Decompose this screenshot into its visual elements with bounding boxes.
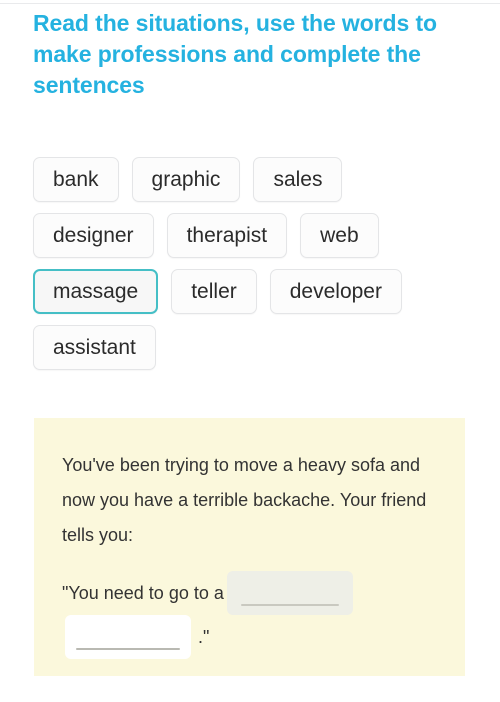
answer-sentence: "You need to go to a .": [62, 571, 437, 659]
word-chip[interactable]: web: [300, 213, 379, 258]
answer-prefix: "You need to go to a: [62, 583, 224, 603]
word-chip[interactable]: massage: [33, 269, 159, 314]
top-divider: [0, 3, 500, 4]
word-chip[interactable]: therapist: [166, 213, 288, 258]
exercise-card: You've been trying to move a heavy sofa …: [34, 418, 465, 676]
page-title: Read the situations, use the words to ma…: [33, 10, 437, 98]
answer-suffix: .": [198, 627, 210, 647]
blank-underline: [240, 604, 339, 606]
word-chip[interactable]: developer: [269, 269, 402, 314]
word-chip[interactable]: teller: [171, 269, 257, 314]
word-chip[interactable]: bank: [33, 157, 119, 202]
word-chip[interactable]: assistant: [33, 325, 156, 370]
word-chip[interactable]: designer: [33, 213, 154, 258]
word-chip[interactable]: graphic: [131, 157, 241, 202]
answer-second-row: .": [62, 615, 437, 659]
word-bank: bank graphic sales designer therapist web mass…: [33, 157, 473, 370]
exercise-page: Read the situations, use the words to ma…: [0, 0, 500, 702]
blank-underline: [76, 648, 180, 650]
scenario-text: You've been trying to move a heavy sofa …: [62, 455, 427, 545]
answer-blank-2[interactable]: [65, 615, 191, 659]
word-chip[interactable]: sales: [253, 157, 343, 202]
answer-blank-1[interactable]: [226, 571, 353, 615]
